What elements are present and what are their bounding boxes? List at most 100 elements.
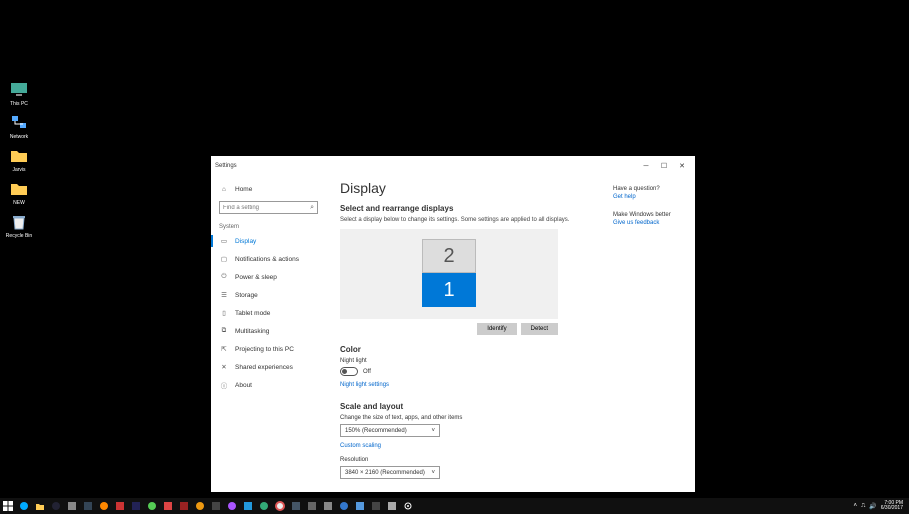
network-icon: [9, 113, 29, 133]
desktop-icon-network[interactable]: Network: [2, 113, 36, 141]
taskbar-app-11[interactable]: [224, 498, 240, 514]
taskbar-app-4[interactable]: [112, 498, 128, 514]
nav-projecting[interactable]: ⇱Projecting to this PC: [211, 340, 326, 358]
power-icon: ⏻: [219, 272, 229, 282]
taskbar: ˄ ⎍ 🔊 7:00 PM 6/30/2017: [0, 498, 909, 514]
nav-home[interactable]: ⌂ Home: [211, 180, 326, 198]
chevron-down-icon: ˅: [431, 470, 435, 476]
search-box[interactable]: ⌕: [219, 201, 318, 214]
help-q2: Make Windows better: [613, 212, 687, 218]
nav-about[interactable]: ⓘAbout: [211, 376, 326, 394]
search-input[interactable]: [223, 205, 310, 211]
chevron-down-icon: ˅: [431, 428, 435, 434]
taskbar-app-9[interactable]: [192, 498, 208, 514]
tray-volume-icon[interactable]: 🔊: [869, 503, 876, 510]
scale-dropdown[interactable]: 150% (Recommended) ˅: [340, 424, 440, 437]
nav-sidebar: ⌂ Home ⌕ System ▭Display ▢Notifications …: [211, 176, 326, 492]
storage-icon: ☰: [219, 290, 229, 300]
titlebar[interactable]: Settings ─ ☐ ✕: [211, 156, 695, 176]
recycle-bin-icon: [9, 212, 29, 232]
desktop-icon-new[interactable]: NEW: [2, 179, 36, 207]
minimize-button[interactable]: ─: [637, 159, 655, 173]
home-icon: ⌂: [219, 184, 229, 194]
projecting-icon: ⇱: [219, 344, 229, 354]
folder-icon: [9, 179, 29, 199]
taskbar-app-21[interactable]: [384, 498, 400, 514]
taskbar-app-10[interactable]: [208, 498, 224, 514]
arrange-heading: Select and rearrange displays: [340, 204, 591, 213]
scale-heading: Scale and layout: [340, 402, 591, 411]
taskbar-edge[interactable]: [16, 498, 32, 514]
shared-icon: ✕: [219, 362, 229, 372]
taskbar-app-7[interactable]: [160, 498, 176, 514]
nav-storage[interactable]: ☰Storage: [211, 286, 326, 304]
night-light-toggle[interactable]: [340, 367, 358, 376]
arrange-desc: Select a display below to change its set…: [340, 217, 591, 223]
night-light-settings-link[interactable]: Night light settings: [340, 382, 389, 388]
desktop-icon-recycle-bin[interactable]: Recycle Bin: [2, 212, 36, 240]
settings-window: Settings ─ ☐ ✕ ⌂ Home ⌕ System ▭Display …: [211, 156, 695, 492]
taskbar-steam[interactable]: [48, 498, 64, 514]
get-help-link[interactable]: Get help: [613, 194, 687, 200]
help-q1: Have a question?: [613, 186, 687, 192]
taskbar-app-15[interactable]: [288, 498, 304, 514]
system-tray[interactable]: ˄ ⎍ 🔊 7:00 PM 6/30/2017: [854, 501, 909, 511]
window-title: Settings: [215, 163, 237, 169]
resolution-label: Resolution: [340, 457, 591, 463]
display-icon: ▭: [219, 236, 229, 246]
taskbar-app-2[interactable]: [80, 498, 96, 514]
taskbar-app-1[interactable]: [64, 498, 80, 514]
taskbar-explorer[interactable]: [32, 498, 48, 514]
monitor-2[interactable]: 2: [422, 239, 476, 273]
multitask-icon: ⧉: [219, 326, 229, 336]
nav-display[interactable]: ▭Display: [211, 232, 326, 250]
tray-clock[interactable]: 7:00 PM 6/30/2017: [881, 501, 903, 511]
taskbar-app-16[interactable]: [304, 498, 320, 514]
resolution-dropdown[interactable]: 3840 × 2160 (Recommended) ˅: [340, 466, 440, 479]
custom-scaling-link[interactable]: Custom scaling: [340, 443, 381, 449]
taskbar-app-8[interactable]: [176, 498, 192, 514]
nav-notifications[interactable]: ▢Notifications & actions: [211, 250, 326, 268]
taskbar-app-18[interactable]: [336, 498, 352, 514]
taskbar-app-19[interactable]: [352, 498, 368, 514]
nav-group-label: System: [211, 220, 326, 232]
nav-power[interactable]: ⏻Power & sleep: [211, 268, 326, 286]
desktop-icon-jarvis[interactable]: Jarvis: [2, 146, 36, 174]
night-light-state: Off: [363, 369, 371, 375]
maximize-button[interactable]: ☐: [655, 159, 673, 173]
tablet-icon: ▯: [219, 308, 229, 318]
notifications-icon: ▢: [219, 254, 229, 264]
tray-network-icon[interactable]: ⎍: [861, 503, 865, 510]
taskbar-app-20[interactable]: [368, 498, 384, 514]
nav-tablet[interactable]: ▯Tablet mode: [211, 304, 326, 322]
display-arrange-area[interactable]: 2 1: [340, 229, 558, 319]
nav-multitask[interactable]: ⧉Multitasking: [211, 322, 326, 340]
detect-button[interactable]: Detect: [521, 323, 558, 335]
taskbar-app-6[interactable]: [144, 498, 160, 514]
about-icon: ⓘ: [219, 380, 229, 390]
monitor-1[interactable]: 1: [422, 273, 476, 307]
color-heading: Color: [340, 345, 591, 354]
folder-icon: [9, 146, 29, 166]
taskbar-settings[interactable]: [400, 498, 416, 514]
help-panel: Have a question? Get help Make Windows b…: [605, 176, 695, 492]
feedback-link[interactable]: Give us feedback: [613, 220, 687, 226]
nav-shared[interactable]: ✕Shared experiences: [211, 358, 326, 376]
start-button[interactable]: [0, 498, 16, 514]
taskbar-app-14[interactable]: [272, 498, 288, 514]
taskbar-app-12[interactable]: [240, 498, 256, 514]
pc-icon: [9, 80, 29, 100]
page-heading: Display: [340, 180, 591, 196]
search-icon: ⌕: [310, 204, 314, 212]
night-light-label: Night light: [340, 358, 591, 364]
taskbar-app-5[interactable]: [128, 498, 144, 514]
taskbar-app-17[interactable]: [320, 498, 336, 514]
close-button[interactable]: ✕: [673, 159, 691, 173]
main-content: Display Select and rearrange displays Se…: [326, 176, 605, 492]
scale-desc: Change the size of text, apps, and other…: [340, 415, 591, 421]
identify-button[interactable]: Identify: [477, 323, 516, 335]
desktop-icon-this-pc[interactable]: This PC: [2, 80, 36, 108]
taskbar-app-13[interactable]: [256, 498, 272, 514]
tray-chevron-icon[interactable]: ˄: [854, 503, 858, 509]
taskbar-app-3[interactable]: [96, 498, 112, 514]
